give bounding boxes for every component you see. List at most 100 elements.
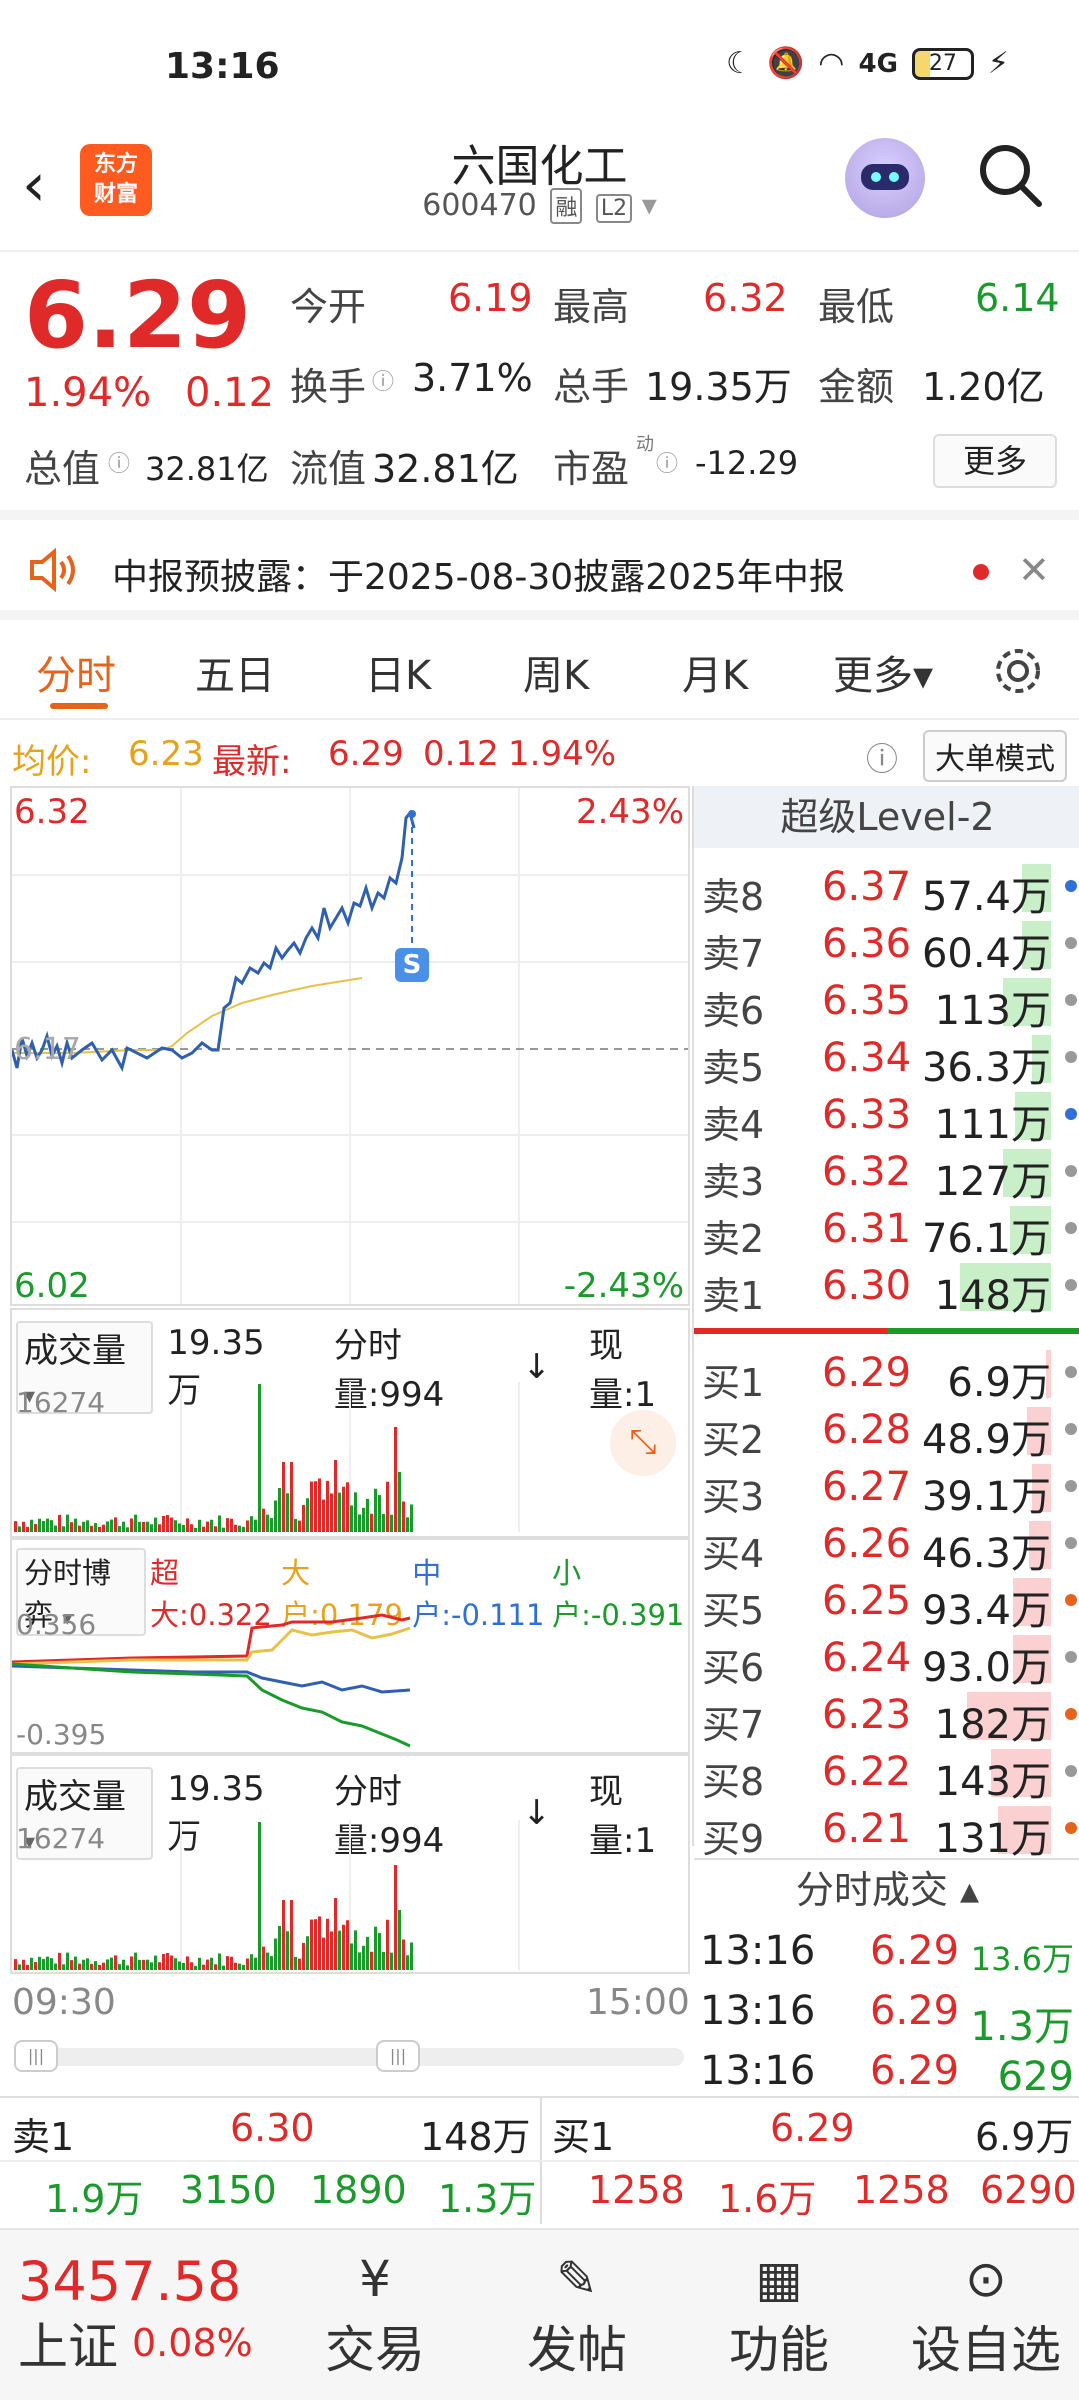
nav-trade[interactable]: ¥ 交易	[300, 2250, 450, 2382]
ask-level[interactable]: 卖7 6.36 60.4万	[694, 915, 1079, 977]
ask-level[interactable]: 卖2 6.31 76.1万	[694, 1200, 1079, 1262]
intraday-chart-svg	[12, 788, 688, 1304]
volume-bar	[162, 1953, 165, 1970]
close-icon[interactable]: ✕	[1018, 548, 1050, 592]
volume-bar	[58, 1952, 61, 1970]
ask-level[interactable]: 卖8 6.37 57.4万	[694, 858, 1079, 920]
nav-functions[interactable]: ▦ 功能	[704, 2250, 854, 2382]
volume-bar	[238, 1963, 241, 1970]
ask-list[interactable]: 卖8 6.37 57.4万 卖7 6.36 60.4万 卖6 6.35 113万 卖5 6.34 36…	[694, 848, 1079, 1326]
volume-bar	[250, 1954, 253, 1970]
level-marker	[1065, 1165, 1077, 1177]
bid-level[interactable]: 买2 6.28 48.9万	[694, 1401, 1079, 1463]
level-volume: 48.9万	[921, 1417, 1051, 1463]
capital-flow-panel[interactable]: 分时博弈 ▾ 超大:0.322 大户:0.179 中户:-0.111 小户:-0…	[10, 1538, 690, 1754]
tab-five-day[interactable]: 五日	[195, 643, 275, 701]
volume-bar	[162, 1515, 165, 1532]
scroll-handle-left[interactable]: |||	[14, 2040, 58, 2072]
bid-level[interactable]: 买8 6.22 143万	[694, 1743, 1079, 1805]
order-book-title[interactable]: 超级Level-2	[694, 786, 1079, 848]
level-marker	[1065, 1708, 1077, 1720]
volume-bar	[314, 1919, 317, 1970]
volume-bar	[134, 1514, 137, 1532]
nav-post[interactable]: ✎ 发帖	[502, 2250, 652, 2382]
volume-bar	[382, 1513, 385, 1532]
level-price: 6.28	[822, 1407, 912, 1453]
big-order-mode-button[interactable]: 大单模式	[923, 730, 1067, 782]
volume-bar	[350, 1943, 353, 1970]
volume-bar	[126, 1527, 129, 1532]
trades-header[interactable]: 分时成交 ▴	[694, 1858, 1079, 1918]
search-icon[interactable]	[975, 140, 1045, 210]
tab-monthly-k[interactable]: 月K	[682, 643, 748, 701]
gear-icon[interactable]	[990, 643, 1046, 703]
tab-more[interactable]: 更多▾	[833, 643, 933, 701]
info-icon[interactable]: ⓘ	[108, 446, 130, 478]
intraday-chart[interactable]: 6.32 2.43% 6.17 6.02 -2.43% S	[10, 786, 690, 1306]
time-axis-start: 09:30	[12, 1982, 116, 2023]
bid-level[interactable]: 买3 6.27 39.1万	[694, 1458, 1079, 1520]
volume-panel-2[interactable]: 成交量 ▾ 19.35万 分时量:994 ↓ 现量:1 16274	[10, 1754, 690, 1974]
volume-bar	[138, 1521, 141, 1532]
assistant-robot-icon[interactable]	[845, 138, 925, 218]
volume-bar	[86, 1958, 89, 1970]
volume-bar	[46, 1956, 49, 1970]
scroll-handle-right[interactable]: |||	[376, 2040, 420, 2072]
bid-level[interactable]: 买5 6.25 93.4万	[694, 1572, 1079, 1634]
volume-bar	[234, 1524, 237, 1532]
sell-signal-marker[interactable]: S	[395, 948, 429, 982]
volume-bar	[378, 1933, 381, 1970]
volume-bar	[22, 1959, 25, 1970]
bid-list[interactable]: 买1 6.29 6.9万 买2 6.28 48.9万 买3 6.27 39.1万 买4 6.26 46…	[694, 1338, 1079, 1856]
bid-level[interactable]: 买6 6.24 93.0万	[694, 1629, 1079, 1691]
level-marker	[1065, 1423, 1077, 1435]
time-scrollbar[interactable]	[14, 2048, 684, 2066]
bid-level[interactable]: 买4 6.26 46.3万	[694, 1515, 1079, 1577]
ask-level[interactable]: 卖3 6.32 127万	[694, 1143, 1079, 1205]
expand-icon[interactable]: ⤡	[610, 1410, 676, 1476]
volume-bar	[190, 1524, 193, 1532]
tab-intraday[interactable]: 分时	[36, 643, 116, 701]
level1-summary: 卖1 6.30 148万 买1 6.29 6.9万 1.9万 3150 1890…	[0, 2096, 1079, 2224]
volume-bar	[118, 1964, 121, 1970]
volume-bar	[346, 1482, 349, 1532]
bid-level[interactable]: 买7 6.23 182万	[694, 1686, 1079, 1748]
tab-weekly-k[interactable]: 周K	[523, 643, 589, 701]
volume-bar	[78, 1525, 81, 1532]
battery-icon: 27	[911, 47, 974, 80]
volume-bar	[134, 1952, 137, 1970]
bid-level[interactable]: 买9 6.21 131万	[694, 1800, 1079, 1856]
level-volume: 57.4万	[921, 874, 1051, 920]
ask-level[interactable]: 卖5 6.34 36.3万	[694, 1029, 1079, 1091]
volume-bar	[90, 1963, 93, 1970]
moon-icon: ☾	[726, 46, 753, 81]
volume-panel[interactable]: 成交量 ▾ 19.35万 分时量:994 ↓ 现量:1 16274 ⤡	[10, 1308, 690, 1538]
volume-bar	[186, 1518, 189, 1532]
help-icon[interactable]: ⓘ	[866, 734, 898, 780]
nav-add-watchlist[interactable]: ⊙ 设自选	[906, 2250, 1066, 2382]
tab-daily-k[interactable]: 日K	[365, 643, 431, 701]
ask-level[interactable]: 卖6 6.35 113万	[694, 972, 1079, 1034]
more-button[interactable]: 更多	[933, 434, 1057, 488]
notice-bar[interactable]: 中报预披露：于2025-08-30披露2025年中报 ✕	[0, 510, 1079, 620]
ask-level[interactable]: 卖4 6.33 111万	[694, 1086, 1079, 1148]
level-price: 6.35	[822, 978, 912, 1024]
volume-bar	[166, 1953, 169, 1970]
ask-level[interactable]: 卖1 6.30 148万	[694, 1257, 1079, 1319]
volume-bar	[398, 1472, 401, 1532]
level-marker	[1065, 1222, 1077, 1234]
info-icon[interactable]: ⓘ	[372, 364, 394, 396]
volume-bar	[174, 1958, 177, 1970]
index-ticker[interactable]: 3457.58 上证 0.08%	[18, 2250, 253, 2379]
level-label: 卖1	[702, 1274, 765, 1318]
arrow-down-icon: ↓	[522, 1347, 552, 1387]
volume-bar	[366, 1498, 369, 1532]
order-book: 超级Level-2 卖8 6.37 57.4万 卖7 6.36 60.4万 卖6 6.35 11…	[692, 786, 1079, 2100]
level-label: 买1	[702, 1361, 765, 1405]
level-volume: 6.9万	[947, 1360, 1051, 1406]
status-icons: ☾ 🔕 ◠ 4G 27 ⚡	[726, 46, 1009, 81]
bid-level[interactable]: 买1 6.29 6.9万	[694, 1344, 1079, 1406]
info-icon[interactable]: ⓘ	[656, 446, 678, 478]
volume-bar	[230, 1518, 233, 1532]
volume-bar	[330, 1931, 333, 1970]
